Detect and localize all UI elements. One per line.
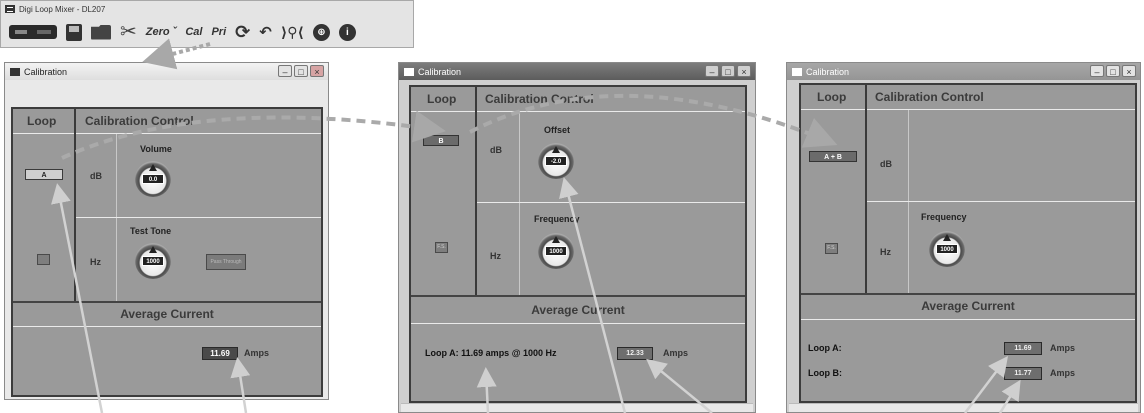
annotation-overlay [51,38,1021,413]
pointer-status-text [476,367,497,413]
pointer-loop-a-button [51,183,104,413]
pointer-amps-d2 [646,358,713,413]
pointer-loop-a-amps [964,356,1009,413]
loop-b-to-loop-ab-arrow [469,93,838,148]
pointer-offset-knob [559,177,627,413]
loop-a-to-loop-b-arrow [61,110,446,160]
pointer-amps-d1 [230,357,251,413]
pointer-loop-b-amps [998,379,1021,413]
toolbar-to-dialog-arrow [142,38,211,70]
